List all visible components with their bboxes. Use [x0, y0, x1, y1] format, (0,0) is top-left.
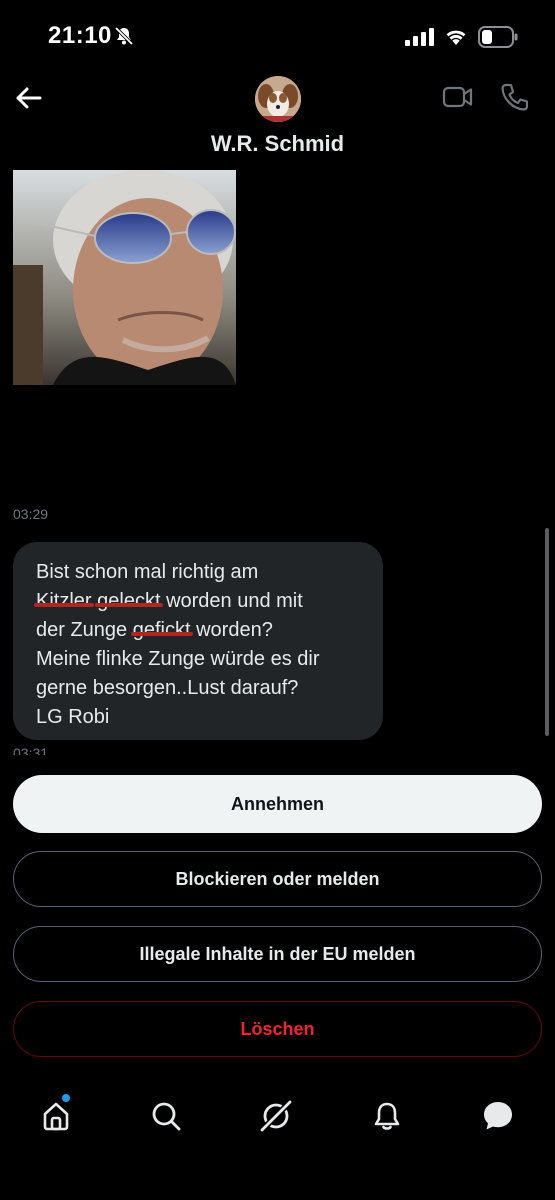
message-text: worden und mit [160, 590, 303, 612]
nav-grok[interactable] [258, 1098, 294, 1134]
message-text: Meine flinke Zunge würde es dir [36, 648, 320, 670]
grok-icon [260, 1100, 292, 1132]
message-text: LG Robi [36, 706, 110, 728]
message-line: LG Robi [36, 703, 365, 732]
redacted-word: Kitzler [36, 590, 92, 612]
back-arrow-icon[interactable] [14, 83, 44, 113]
signal-icon [405, 28, 434, 46]
nav-notifications[interactable] [369, 1098, 405, 1134]
unread-dot [62, 1094, 70, 1102]
message-photo[interactable] [13, 170, 236, 385]
battery-icon [478, 26, 518, 48]
redacted-word: geleckt [97, 590, 161, 612]
message-text: worden? [190, 619, 273, 641]
redacted-word: gefickt [132, 619, 191, 641]
home-icon [43, 1102, 69, 1131]
contact-avatar[interactable] [255, 76, 301, 122]
message-text: gerne besorgen..Lust darauf? [36, 677, 299, 699]
report-illegal-content-button[interactable]: Illegale Inhalte in der EU melden [13, 926, 542, 982]
message-text: Bist schon mal richtig am [36, 561, 259, 583]
block-or-report-button[interactable]: Blockieren oder melden [13, 851, 542, 907]
message-line: gerne besorgen..Lust darauf? [36, 674, 365, 703]
wifi-icon [446, 30, 466, 45]
scrollbar[interactable] [545, 528, 549, 736]
nav-messages[interactable] [480, 1098, 516, 1134]
nav-home[interactable] [38, 1098, 74, 1134]
accept-button[interactable]: Annehmen [13, 775, 542, 833]
message-bubble[interactable]: Bist schon mal richtig am Kitzler geleck… [13, 542, 383, 740]
message-line: Kitzler geleckt worden und mit [36, 587, 365, 616]
phone-call-icon[interactable] [500, 82, 528, 112]
contact-name[interactable]: W.R. Schmid [0, 131, 555, 157]
nav-search[interactable] [148, 1098, 184, 1134]
message-timestamp: 03:29 [13, 506, 49, 522]
message-line: Meine flinke Zunge würde es dir [36, 645, 365, 674]
message-line: der Zunge gefickt worden? [36, 616, 365, 645]
status-time: 21:10 [48, 22, 112, 49]
delete-button[interactable]: Löschen [13, 1001, 542, 1057]
search-icon [152, 1102, 181, 1131]
message-text: der Zunge [36, 619, 133, 641]
bell-muted-icon [114, 26, 134, 46]
messages-icon [484, 1102, 512, 1130]
video-call-icon[interactable] [442, 84, 474, 110]
notifications-icon [374, 1102, 400, 1130]
message-line: Bist schon mal richtig am [36, 558, 365, 587]
message-timestamp: 03:31 [13, 745, 49, 755]
